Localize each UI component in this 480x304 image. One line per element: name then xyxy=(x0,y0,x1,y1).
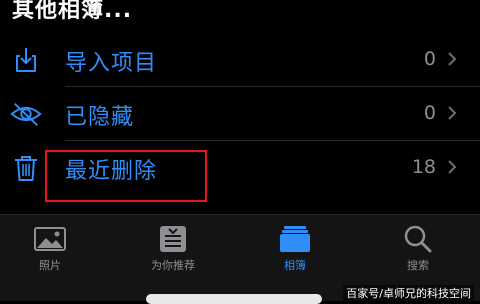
list-item-imports[interactable]: 导入项目 0 xyxy=(0,33,480,87)
tab-search[interactable]: 搜索 xyxy=(378,223,458,273)
item-count: 0 xyxy=(423,102,436,124)
chevron-right-icon xyxy=(446,157,458,177)
tab-label: 搜索 xyxy=(407,259,429,272)
list-item-label: 导入项目 xyxy=(65,51,158,76)
import-icon xyxy=(10,44,42,76)
albums-icon xyxy=(255,223,335,255)
chevron-right-icon xyxy=(446,103,458,123)
tab-label: 为你推荐 xyxy=(151,259,195,272)
tab-label: 照片 xyxy=(39,259,61,272)
eye-hidden-icon xyxy=(10,98,42,130)
photos-icon xyxy=(10,223,90,255)
tab-photos[interactable]: 照片 xyxy=(10,223,90,273)
for-you-icon xyxy=(133,223,213,255)
list-item-hidden[interactable]: 已隐藏 0 xyxy=(0,87,480,141)
watermark: 百家号/卓师兄的科技空间 xyxy=(343,285,474,301)
search-icon xyxy=(378,223,458,255)
tab-for-you[interactable]: 为你推荐 xyxy=(133,223,213,273)
tab-albums[interactable]: 相簿 xyxy=(255,223,335,273)
tab-label: 相簿 xyxy=(284,259,306,272)
highlight-box xyxy=(45,150,207,202)
item-count: 0 xyxy=(423,48,436,70)
list-item-label: 已隐藏 xyxy=(65,105,135,130)
item-count: 18 xyxy=(411,156,436,178)
chevron-right-icon xyxy=(446,49,458,69)
section-title: 其他相簿... xyxy=(12,0,133,23)
home-indicator xyxy=(146,294,322,304)
trash-icon xyxy=(10,152,42,184)
